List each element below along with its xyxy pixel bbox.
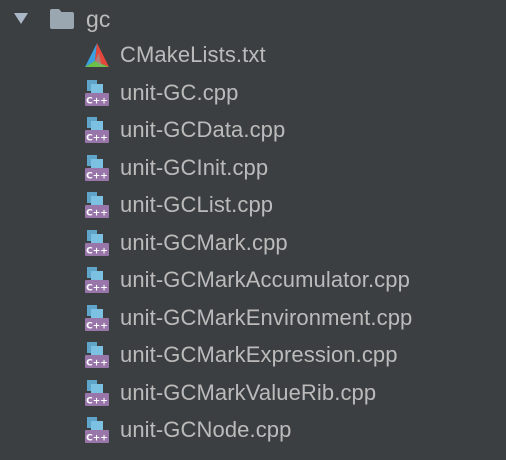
file-item[interactable]: C++ unit-GCData.cpp — [0, 111, 506, 149]
svg-text:C++: C++ — [86, 434, 108, 444]
file-item[interactable]: C++ unit-GCInit.cpp — [0, 149, 506, 187]
file-item[interactable]: C++ unit-GCList.cpp — [0, 186, 506, 224]
cpp-file-icon: C++ — [83, 229, 111, 257]
file-label: unit-GCMark.cpp — [120, 229, 288, 255]
cpp-file-icon: C++ — [83, 341, 111, 369]
file-item[interactable]: C++ unit-GCNode.cpp — [0, 411, 506, 449]
file-label: unit-GCList.cpp — [120, 192, 274, 217]
svg-text:C++: C++ — [86, 96, 108, 106]
file-item[interactable]: C++ unit-GC.cpp — [0, 74, 506, 112]
file-item[interactable]: C++ unit-GCMark.cpp — [0, 224, 506, 262]
cpp-file-icon: C++ — [83, 379, 111, 407]
cpp-file-icon: C++ — [83, 79, 111, 107]
cpp-file-icon: C++ — [83, 266, 111, 294]
cpp-file-icon: C++ — [83, 116, 111, 144]
tree-folder-gc[interactable]: gc — [0, 0, 506, 38]
file-label: CMakeLists.txt — [120, 42, 266, 67]
file-label: unit-GCMarkExpression.cpp — [120, 342, 398, 367]
file-label: unit-GCMarkAccumulator.cpp — [120, 267, 410, 292]
folder-label: gc — [86, 6, 111, 32]
file-label: unit-GCMarkValueRib.cpp — [120, 379, 377, 405]
file-label: unit-GCData.cpp — [120, 117, 286, 142]
svg-text:C++: C++ — [86, 359, 108, 369]
file-label: unit-GCMarkEnvironment.cpp — [120, 304, 413, 330]
svg-text:C++: C++ — [86, 209, 108, 219]
file-label: unit-GCNode.cpp — [120, 417, 292, 442]
triangle-down-icon[interactable] — [14, 13, 28, 24]
file-item[interactable]: C++ unit-GCMarkExpression.cpp — [0, 336, 506, 374]
cpp-file-icon: C++ — [83, 416, 111, 444]
svg-text:C++: C++ — [86, 396, 108, 406]
file-label: unit-GCInit.cpp — [120, 154, 269, 180]
svg-text:C++: C++ — [86, 246, 108, 256]
file-label: unit-GC.cpp — [120, 79, 239, 105]
file-item[interactable]: CMakeLists.txt — [0, 36, 506, 74]
file-item[interactable]: C++ unit-GCMarkAccumulator.cpp — [0, 261, 506, 299]
cpp-file-icon: C++ — [83, 191, 111, 219]
folder-icon — [49, 8, 75, 30]
cpp-file-icon: C++ — [83, 154, 111, 182]
cpp-file-icon: C++ — [83, 304, 111, 332]
file-item[interactable]: C++ unit-GCMarkValueRib.cpp — [0, 374, 506, 412]
svg-text:C++: C++ — [86, 171, 108, 181]
file-item[interactable]: C++ unit-GCMarkEnvironment.cpp — [0, 299, 506, 337]
svg-text:C++: C++ — [86, 134, 108, 144]
project-tree: gc CMakeLists.txt C++ unit-GC.cpp C++ unit-G… — [0, 0, 506, 460]
svg-text:C++: C++ — [86, 284, 108, 294]
cmake-icon — [83, 41, 111, 69]
svg-text:C++: C++ — [86, 321, 108, 331]
